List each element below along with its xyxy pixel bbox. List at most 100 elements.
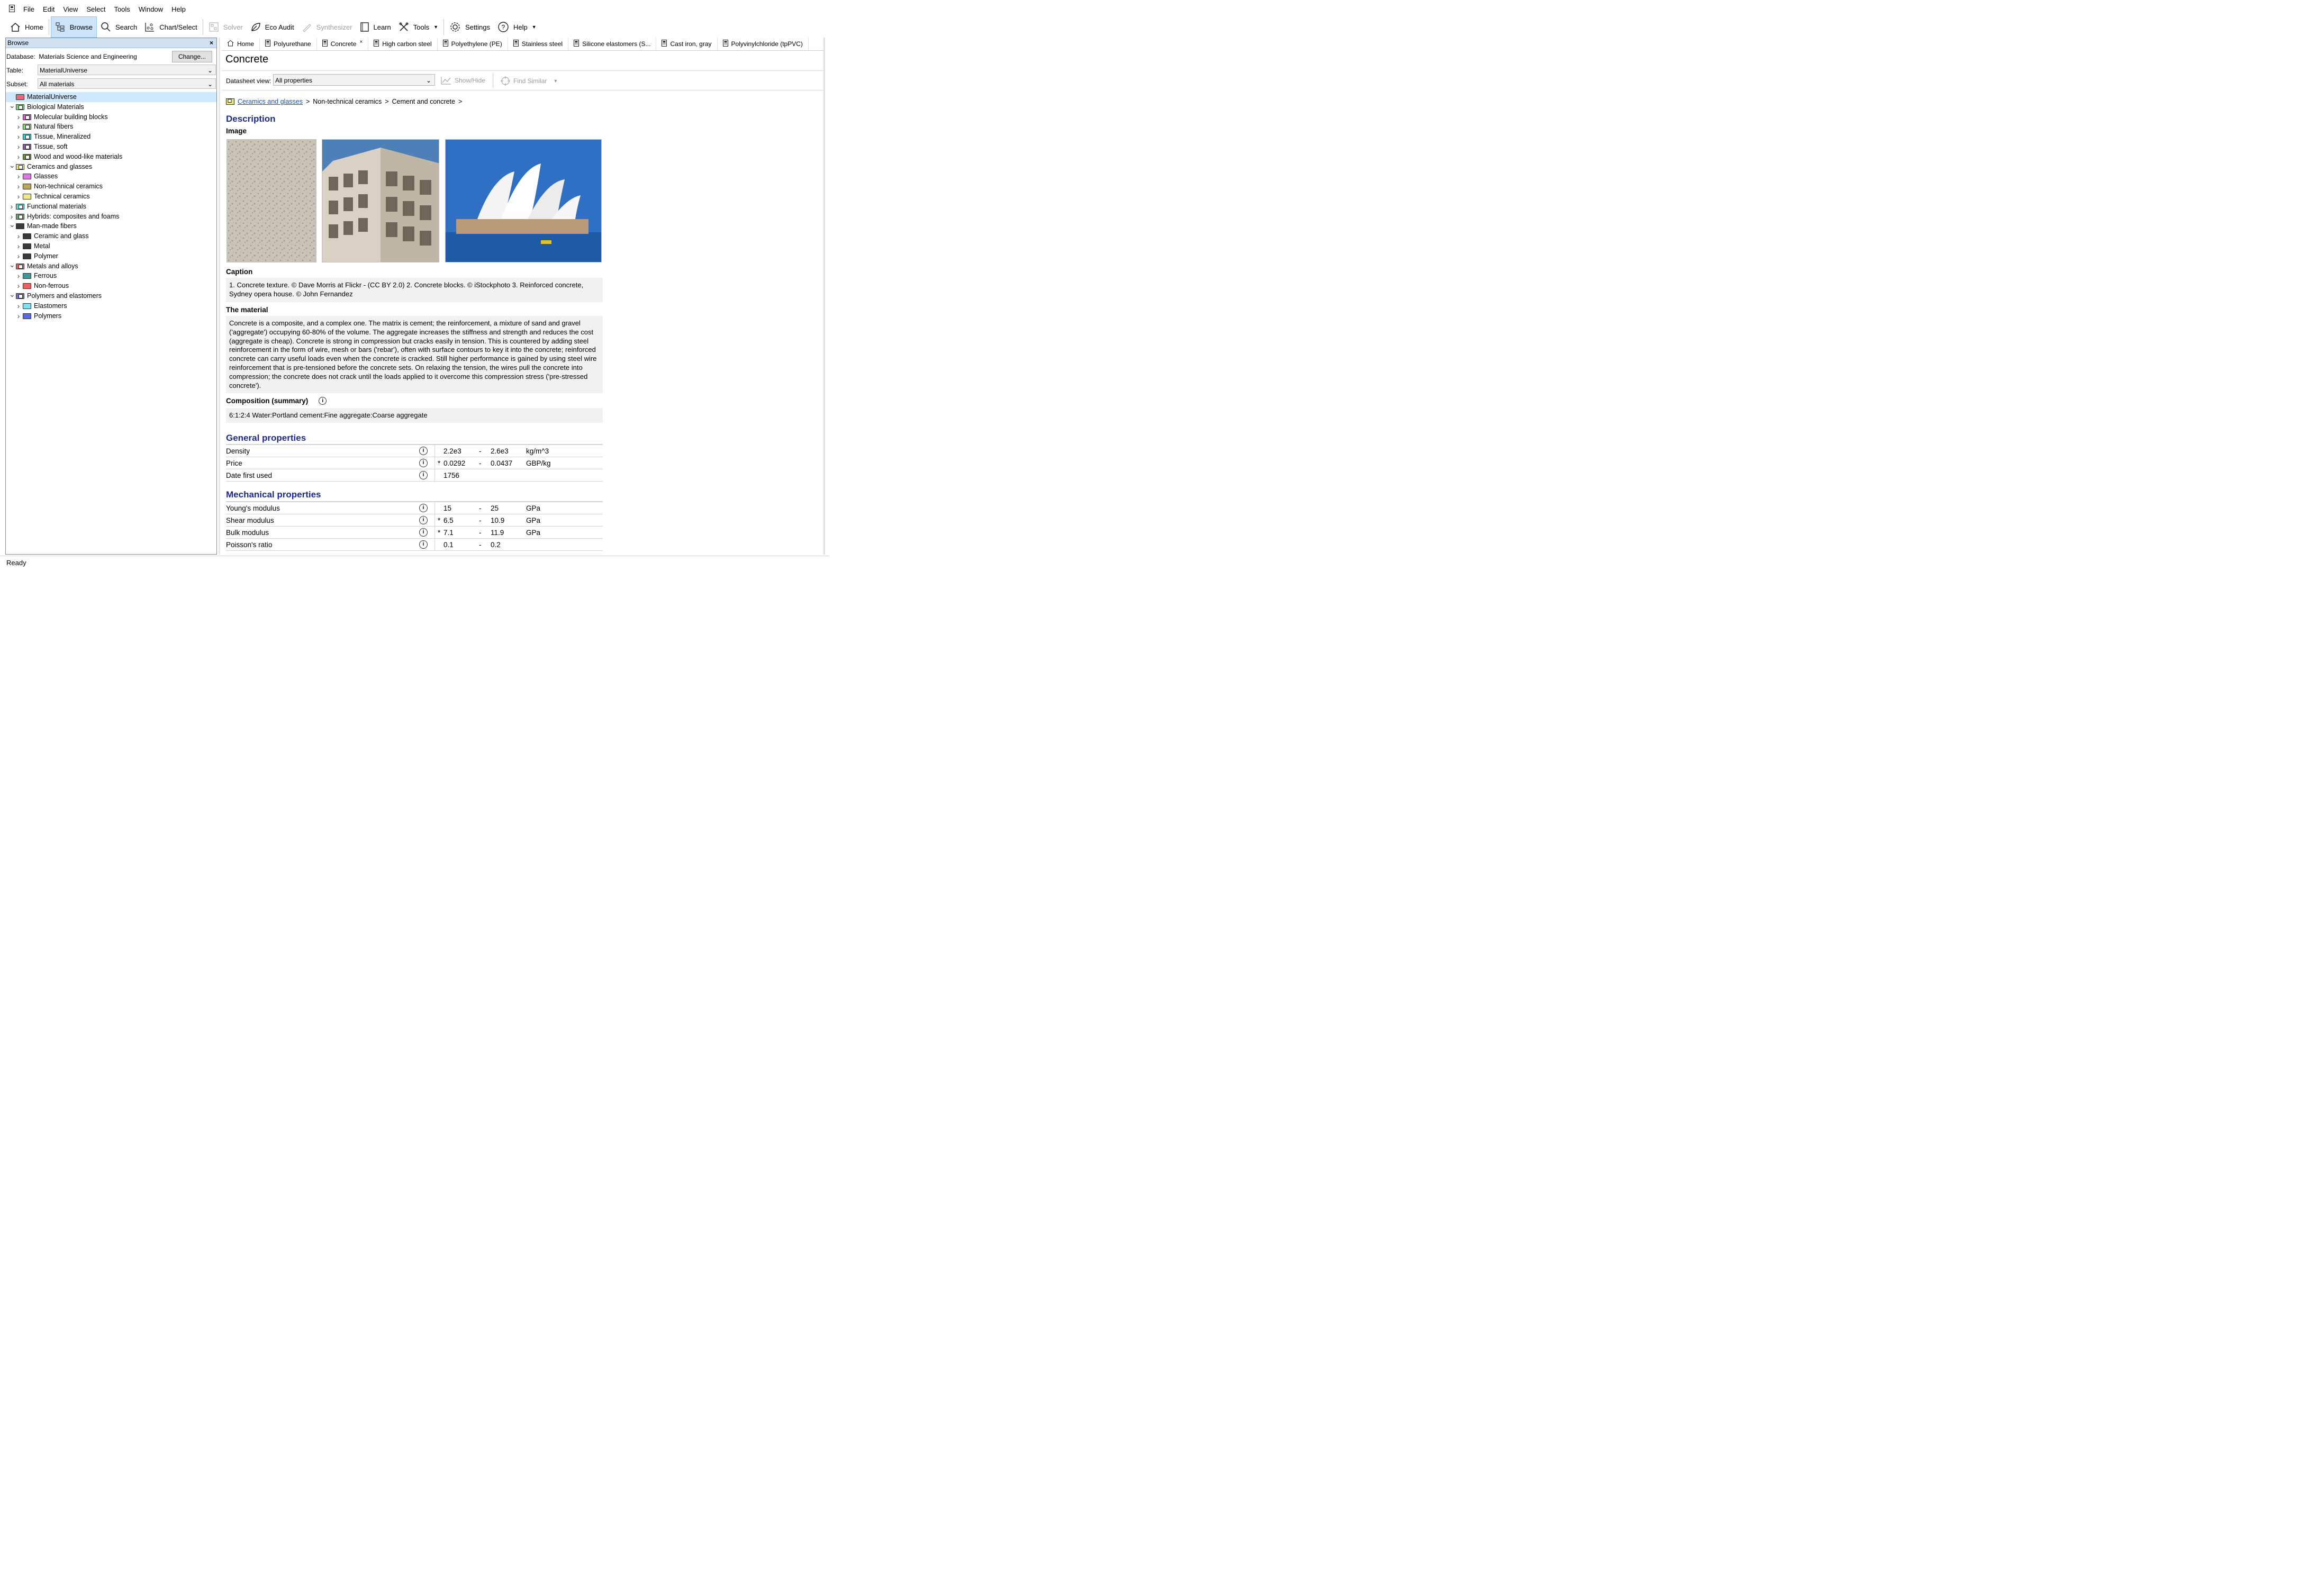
subset-select[interactable]: All materials ⌄ bbox=[38, 78, 216, 89]
tree-node[interactable]: ⌄ Man-made fibers bbox=[6, 221, 216, 231]
synthesizer-button[interactable]: Synthesizer bbox=[298, 18, 356, 36]
expand-icon[interactable]: › bbox=[16, 122, 21, 131]
menu-tools[interactable]: Tools bbox=[110, 5, 134, 13]
menu-select[interactable]: Select bbox=[82, 5, 110, 13]
tab[interactable]: Polyethylene (PE) bbox=[438, 38, 508, 50]
tab[interactable]: Silicone elastomers (S... bbox=[568, 38, 657, 50]
menu-window[interactable]: Window bbox=[134, 5, 167, 13]
info-icon[interactable]: i bbox=[319, 397, 327, 405]
table-select[interactable]: MaterialUniverse ⌄ bbox=[38, 65, 216, 75]
expand-icon[interactable]: › bbox=[16, 231, 21, 241]
chart-select-button[interactable]: Chart/Select bbox=[141, 18, 201, 36]
info-icon[interactable]: i bbox=[419, 540, 428, 549]
tab[interactable]: Home bbox=[222, 38, 260, 50]
find-similar-button[interactable]: Find Similar ▼ bbox=[501, 76, 558, 86]
home-button[interactable]: Home bbox=[6, 18, 47, 36]
tree-node[interactable]: › Functional materials bbox=[6, 202, 216, 212]
tree-node[interactable]: › Metal bbox=[6, 241, 216, 251]
expand-icon[interactable]: › bbox=[16, 182, 21, 191]
tree-node[interactable]: › Natural fibers bbox=[6, 122, 216, 132]
change-database-button[interactable]: Change... bbox=[172, 51, 212, 62]
menu-help[interactable]: Help bbox=[167, 5, 190, 13]
tab[interactable]: Cast iron, gray bbox=[656, 38, 718, 50]
close-tab-icon[interactable]: × bbox=[359, 39, 363, 45]
tree-node[interactable]: › Molecular building blocks bbox=[6, 112, 216, 122]
tree-node[interactable]: › Non-technical ceramics bbox=[6, 182, 216, 192]
info-icon[interactable]: i bbox=[419, 471, 428, 479]
breadcrumb-item[interactable]: Cement and concrete bbox=[392, 98, 456, 105]
info-icon[interactable]: i bbox=[419, 516, 428, 524]
expand-icon[interactable]: › bbox=[16, 142, 21, 151]
expand-icon[interactable]: › bbox=[16, 281, 21, 291]
datasheet-view-select[interactable]: All properties ⌄ bbox=[273, 74, 435, 86]
tree-node[interactable]: › Wood and wood-like materials bbox=[6, 152, 216, 162]
property-low-value: 15 bbox=[443, 504, 452, 512]
tree-node[interactable]: › Non-ferrous bbox=[6, 281, 216, 291]
tree-node[interactable]: ⌄ Ceramics and glasses bbox=[6, 161, 216, 172]
eco-audit-button[interactable]: Eco Audit bbox=[247, 18, 298, 36]
tab[interactable]: Stainless steel bbox=[508, 38, 569, 50]
menu-view[interactable]: View bbox=[59, 5, 82, 13]
expand-icon[interactable]: › bbox=[9, 212, 14, 221]
panel-splitter[interactable] bbox=[219, 38, 220, 555]
tree-node[interactable]: › Ferrous bbox=[6, 271, 216, 281]
property-unit: GPa bbox=[526, 504, 541, 512]
info-icon[interactable]: i bbox=[419, 447, 428, 455]
vertical-scrollbar[interactable] bbox=[823, 38, 825, 555]
expand-icon[interactable]: › bbox=[16, 112, 21, 122]
expand-icon[interactable]: › bbox=[16, 251, 21, 261]
breadcrumb-link-ceramics[interactable]: Ceramics and glasses bbox=[238, 98, 303, 105]
tab[interactable]: Concrete × bbox=[316, 38, 369, 50]
property-row: Price * 0.0292 - 0.0437 GBP/kg i bbox=[226, 457, 603, 469]
tree-node[interactable]: › Tissue, soft bbox=[6, 142, 216, 152]
help-button[interactable]: ? Help ▼ bbox=[494, 18, 540, 36]
expand-icon[interactable]: › bbox=[16, 132, 21, 141]
settings-button[interactable]: Settings bbox=[446, 18, 494, 36]
tree-node[interactable]: › Tissue, Mineralized bbox=[6, 132, 216, 142]
tab[interactable]: Polyvinylchloride (tpPVC) bbox=[718, 38, 809, 50]
tree-node[interactable]: › Hybrids: composites and foams bbox=[6, 212, 216, 222]
tree-node[interactable]: › Polymers bbox=[6, 311, 216, 321]
collapse-icon[interactable]: ⌄ bbox=[9, 291, 15, 298]
info-icon[interactable]: i bbox=[419, 459, 428, 467]
solver-button[interactable]: Solver bbox=[205, 18, 247, 36]
tab[interactable]: Polyurethane bbox=[260, 38, 317, 50]
close-icon[interactable]: × bbox=[210, 38, 213, 48]
collapse-icon[interactable]: ⌄ bbox=[9, 261, 15, 268]
tree-node[interactable]: › Glasses bbox=[6, 171, 216, 182]
show-hide-button[interactable]: Show/Hide bbox=[441, 76, 485, 85]
tree-node-label: MaterialUniverse bbox=[27, 93, 77, 101]
tree-node[interactable]: › Ceramic and glass bbox=[6, 231, 216, 241]
learn-button[interactable]: Learn bbox=[356, 18, 395, 36]
tree-node[interactable]: › Technical ceramics bbox=[6, 192, 216, 202]
expand-icon[interactable]: › bbox=[16, 311, 21, 321]
tools-button[interactable]: Tools ▼ bbox=[395, 18, 442, 36]
collapse-icon[interactable]: ⌄ bbox=[9, 161, 15, 169]
expand-icon[interactable]: › bbox=[16, 301, 21, 311]
tree-node[interactable]: ⌄ Polymers and elastomers bbox=[6, 291, 216, 301]
expand-icon[interactable]: › bbox=[16, 152, 21, 161]
info-icon[interactable]: i bbox=[419, 528, 428, 537]
browse-button[interactable]: Browse bbox=[50, 16, 97, 38]
tree-node[interactable]: MaterialUniverse bbox=[6, 92, 216, 102]
collapse-icon[interactable]: ⌄ bbox=[9, 102, 15, 109]
expand-icon[interactable]: › bbox=[16, 192, 21, 201]
menu-edit[interactable]: Edit bbox=[39, 5, 59, 13]
folder-icon bbox=[16, 263, 24, 269]
info-icon[interactable]: i bbox=[419, 504, 428, 512]
collapse-icon[interactable]: ⌄ bbox=[9, 221, 15, 228]
tree-node[interactable]: ⌄ Metals and alloys bbox=[6, 261, 216, 271]
expand-icon[interactable]: › bbox=[16, 171, 21, 181]
menu-file[interactable]: File bbox=[19, 5, 39, 13]
expand-icon[interactable]: › bbox=[9, 202, 14, 211]
expand-icon[interactable]: › bbox=[16, 241, 21, 251]
expand-icon[interactable]: › bbox=[16, 271, 21, 280]
search-button[interactable]: Search bbox=[97, 18, 141, 36]
tab[interactable]: High carbon steel bbox=[368, 38, 438, 50]
table-select-value: MaterialUniverse bbox=[40, 67, 88, 74]
datasheet-view-value: All properties bbox=[275, 77, 313, 84]
tree-node[interactable]: ⌄ Biological Materials bbox=[6, 102, 216, 112]
tree-node[interactable]: › Polymer bbox=[6, 251, 216, 261]
breadcrumb-item[interactable]: Non-technical ceramics bbox=[313, 98, 382, 105]
tree-node[interactable]: › Elastomers bbox=[6, 301, 216, 311]
